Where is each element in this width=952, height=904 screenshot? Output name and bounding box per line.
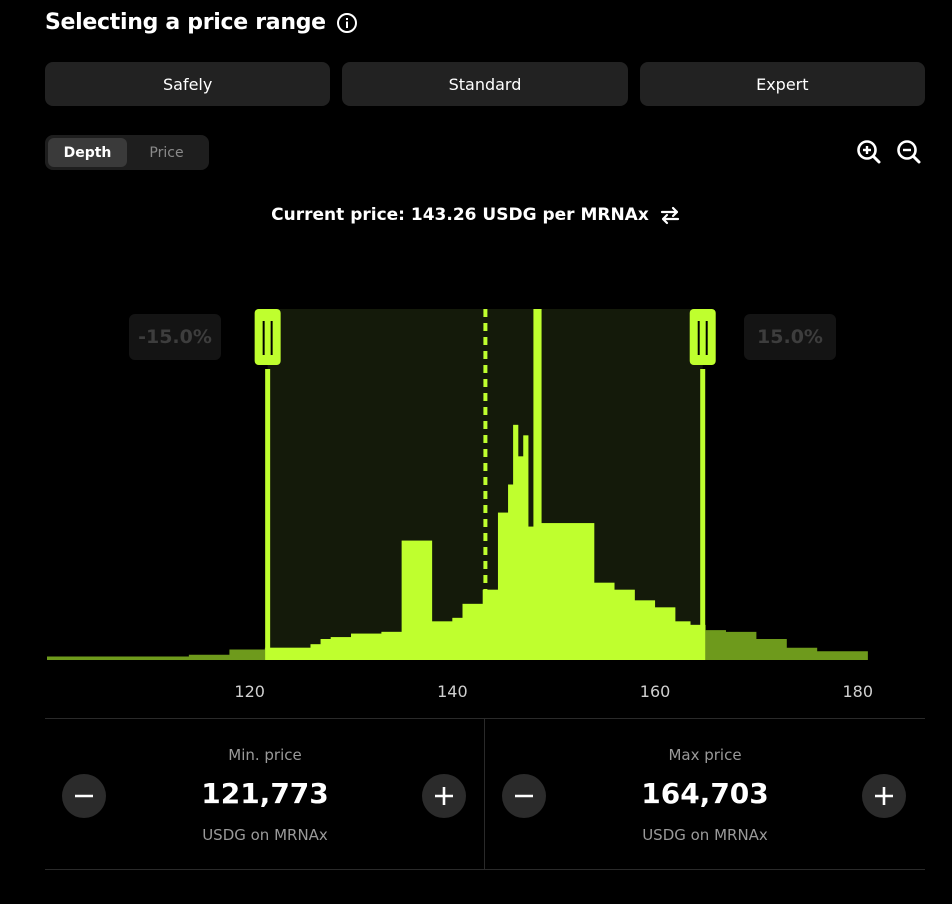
lower-percent-label: -15.0% — [129, 314, 221, 360]
info-circle-icon[interactable] — [336, 12, 358, 34]
plus-icon — [435, 787, 453, 805]
drag-handle[interactable] — [254, 309, 281, 365]
drag-handle[interactable] — [689, 309, 716, 365]
min-price-handle[interactable] — [254, 309, 281, 365]
max-price-unit: USDG on MRNAx — [642, 826, 768, 844]
min-price-value[interactable]: 121,773 — [45, 777, 485, 810]
min-price-panel: Min. price 121,773 USDG on MRNAx — [45, 719, 485, 869]
min-price-unit: USDG on MRNAx — [202, 826, 328, 844]
toggle-price[interactable]: Price — [127, 138, 206, 167]
max-price-label: Max price — [668, 746, 742, 764]
min-price-label: Min. price — [228, 746, 302, 764]
x-tick-label: 140 — [437, 682, 468, 701]
x-tick-label: 160 — [640, 682, 671, 701]
header: Selecting a price range — [45, 10, 358, 35]
view-toggle: Depth Price — [45, 135, 209, 170]
max-price-panel: Max price 164,703 USDG on MRNAx — [485, 719, 925, 869]
swap-arrows-icon[interactable] — [659, 204, 681, 226]
page-title: Selecting a price range — [45, 10, 326, 35]
toggle-depth[interactable]: Depth — [48, 138, 127, 167]
x-tick-label: 120 — [234, 682, 265, 701]
max-price-value[interactable]: 164,703 — [485, 777, 925, 810]
current-price-row: Current price: 143.26 USDG per MRNAx — [0, 204, 952, 226]
current-price-text: Current price: 143.26 USDG per MRNAx — [271, 205, 649, 225]
x-tick-label: 180 — [842, 682, 873, 701]
strategy-selector: Safely Standard Expert — [45, 62, 925, 106]
zoom-out-icon[interactable] — [895, 138, 923, 166]
strategy-standard-button[interactable]: Standard — [342, 62, 628, 106]
divider — [45, 869, 925, 870]
strategy-safely-button[interactable]: Safely — [45, 62, 331, 106]
max-price-handle[interactable] — [689, 309, 716, 365]
zoom-in-icon[interactable] — [855, 138, 883, 166]
min-price-increment-button[interactable] — [422, 774, 466, 818]
x-axis-ticks: 120 140 160 180 — [234, 682, 873, 701]
strategy-expert-button[interactable]: Expert — [639, 62, 925, 106]
plus-icon — [875, 787, 893, 805]
max-price-increment-button[interactable] — [862, 774, 906, 818]
upper-percent-label: 15.0% — [744, 314, 836, 360]
